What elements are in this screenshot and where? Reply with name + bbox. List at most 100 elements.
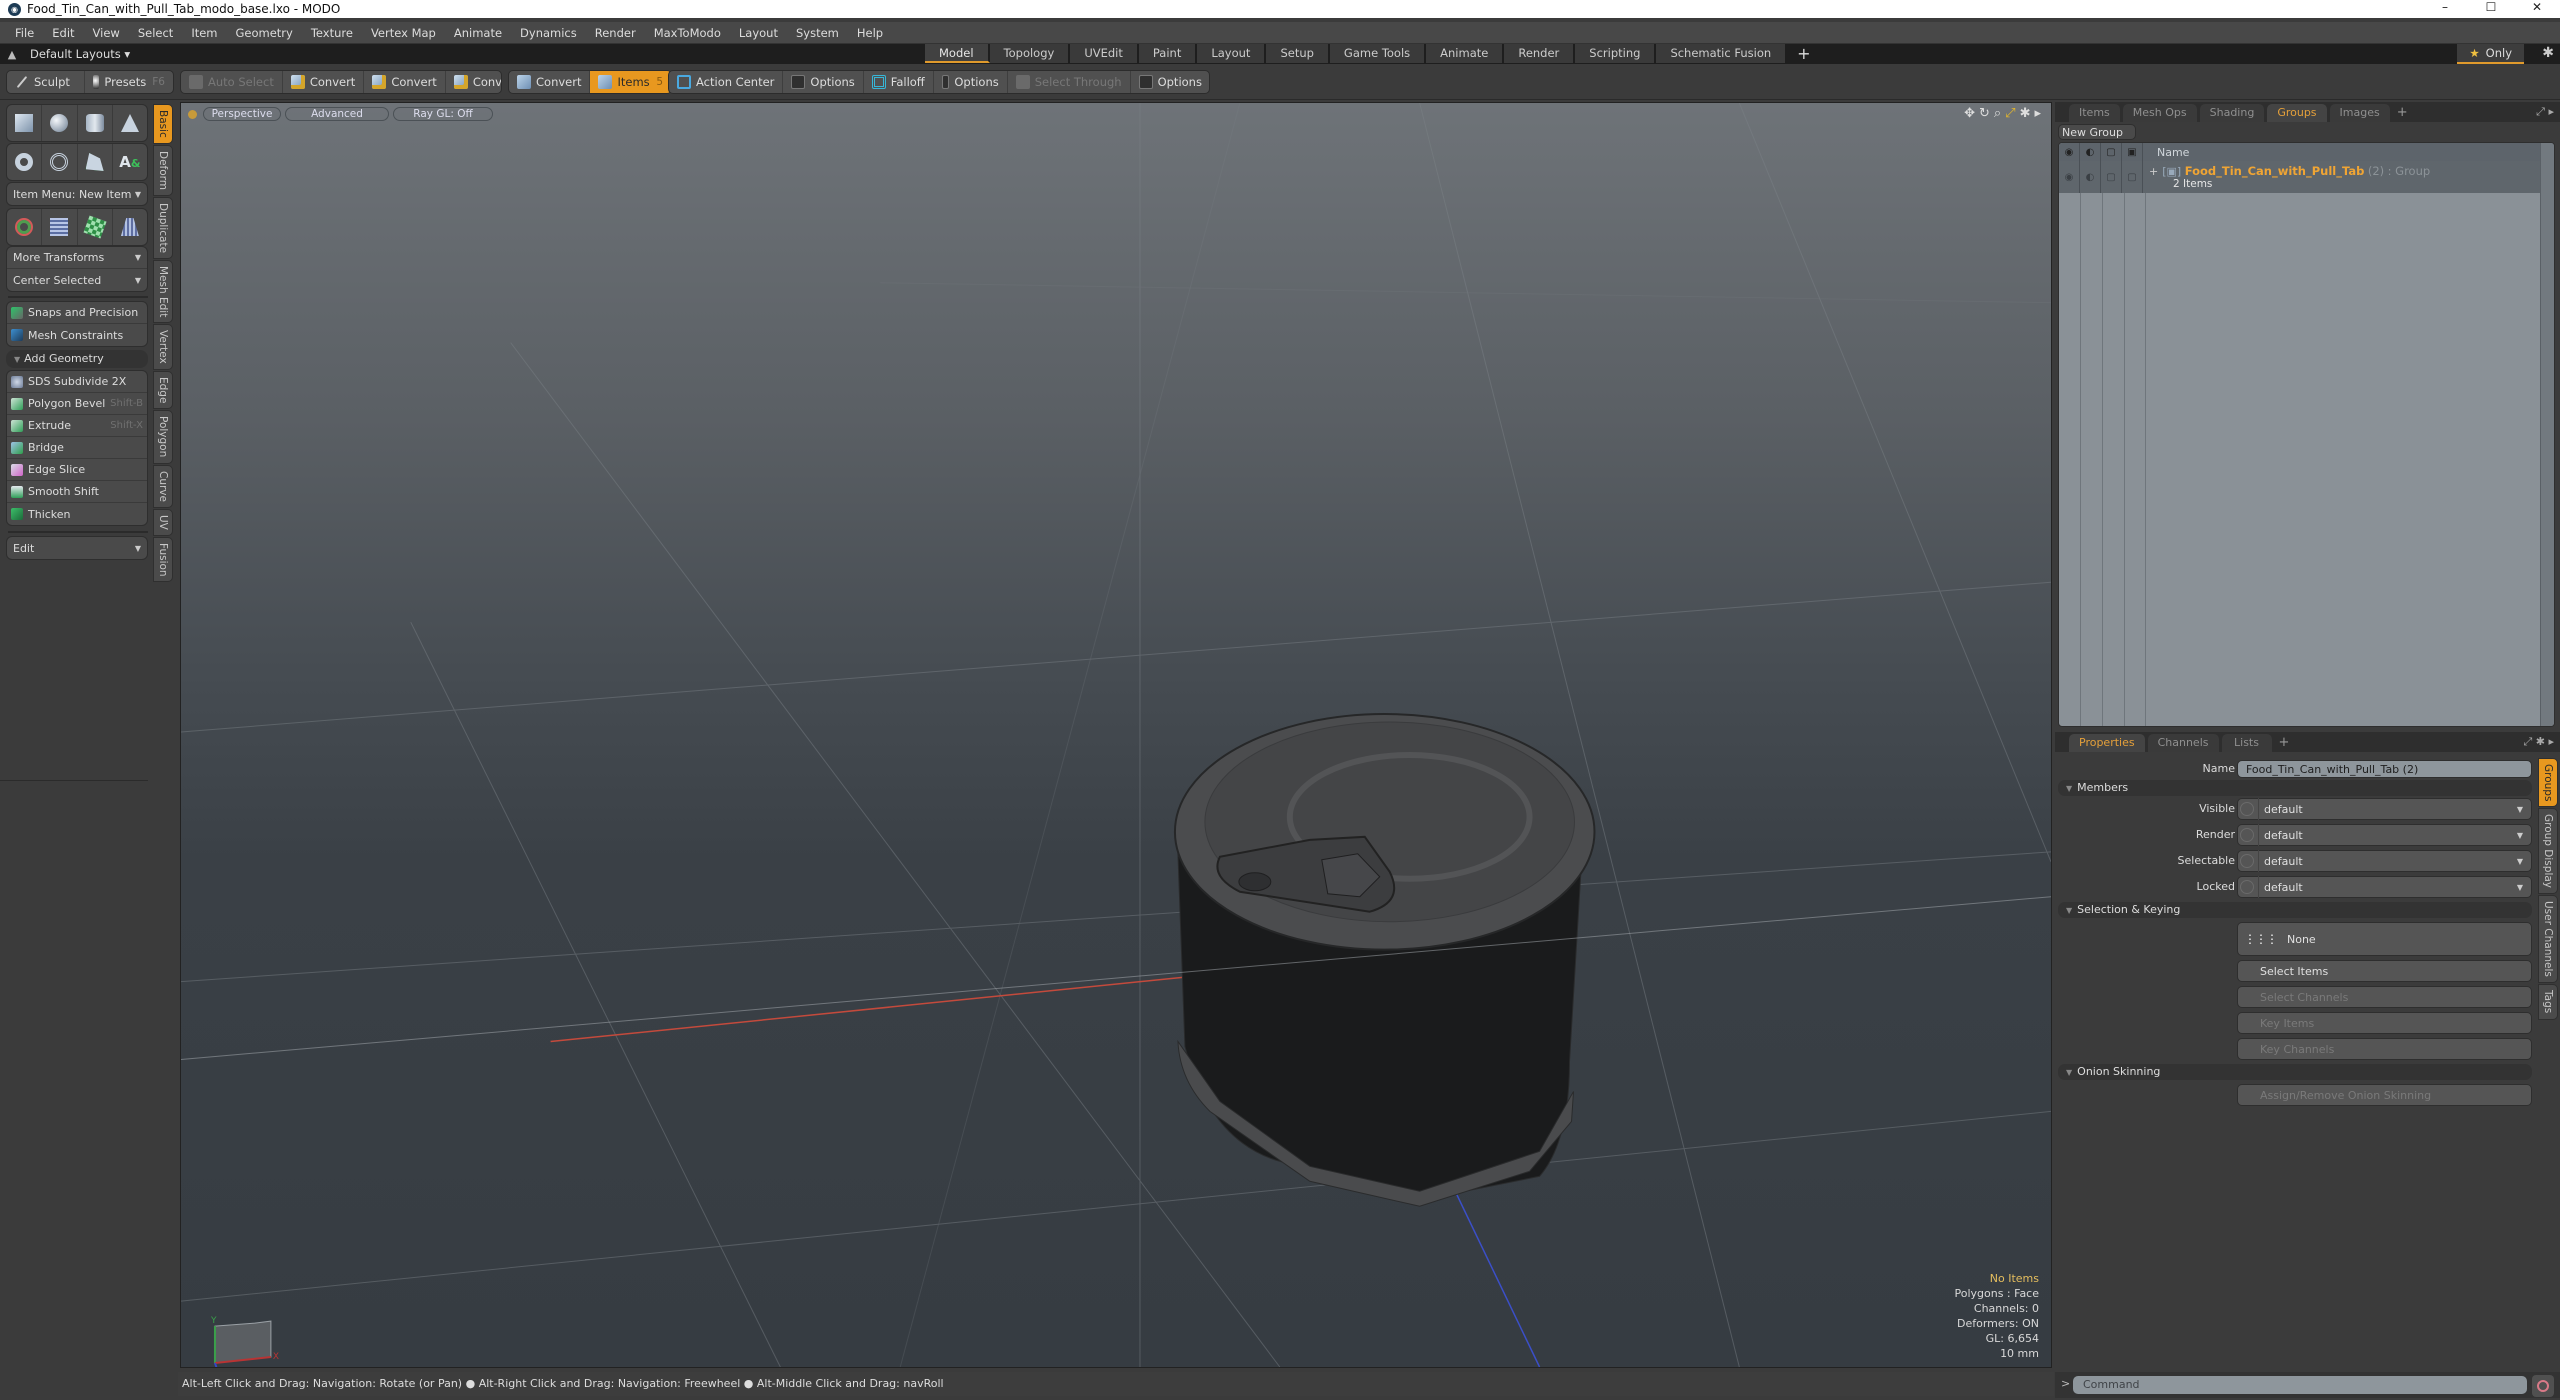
menu-geometry[interactable]: Geometry — [227, 26, 302, 40]
panel-options-icon[interactable]: ⤢ ✱ ▸ — [2523, 735, 2554, 749]
menu-dynamics[interactable]: Dynamics — [511, 26, 586, 40]
uv-checker-tool[interactable] — [78, 209, 113, 245]
maximize-viewport-icon[interactable]: ⤢ — [2005, 106, 2015, 121]
vtab-basic[interactable]: Basic — [153, 104, 173, 144]
visibility-eye-icon[interactable]: ◉ — [2059, 161, 2080, 193]
falloff-button[interactable]: Falloff — [864, 71, 934, 93]
action-center-button[interactable]: Action Center — [669, 71, 784, 93]
thicken-button[interactable]: Thicken — [7, 503, 147, 525]
selectable-checkbox[interactable]: ▢ — [2101, 161, 2122, 193]
menu-render[interactable]: Render — [586, 26, 645, 40]
viewport-more-icon[interactable]: ▸ — [2034, 106, 2041, 121]
convert-polygons-button[interactable]: Convert — [446, 71, 501, 93]
vtab-uv[interactable]: UV — [153, 508, 173, 536]
command-input[interactable]: Command — [2073, 1376, 2527, 1394]
tab-properties[interactable]: Properties — [2069, 734, 2145, 752]
shading-dropdown[interactable]: Advanced — [285, 107, 389, 121]
minimize-button[interactable]: – — [2422, 0, 2468, 18]
vtab-polygon[interactable]: Polygon — [153, 410, 173, 464]
layout-tab-layout[interactable]: Layout — [1197, 44, 1267, 63]
name-field[interactable]: Food_Tin_Can_with_Pull_Tab (2) — [2237, 760, 2532, 778]
vtab-curve[interactable]: Curve — [153, 464, 173, 508]
onion-skinning-section[interactable]: ▼ Onion Skinning — [2058, 1064, 2532, 1080]
vtab-tags[interactable]: Tags — [2538, 984, 2558, 1020]
key-items-button[interactable]: Key Items — [2237, 1012, 2532, 1034]
extrude-button[interactable]: Extrude Shift-X — [7, 415, 147, 437]
convert-edges-button[interactable]: Convert — [364, 71, 446, 93]
edit-dropdown[interactable]: Edit ▼ — [7, 537, 147, 559]
convert-items-button[interactable]: Convert — [509, 71, 591, 93]
smooth-shift-button[interactable]: Smooth Shift — [7, 481, 147, 503]
rotate-icon[interactable]: ↻ — [1979, 106, 1990, 121]
select-channels-button[interactable]: Select Channels — [2237, 986, 2532, 1008]
layout-tab-uvedit[interactable]: UVEdit — [1070, 44, 1139, 63]
tab-items[interactable]: Items — [2069, 104, 2120, 122]
hierarchy-mode-button[interactable]: ⋮⋮⋮ None — [2237, 922, 2532, 956]
vtab-duplicate[interactable]: Duplicate — [153, 196, 173, 259]
vtab-deform[interactable]: Deform — [153, 144, 173, 196]
cone-tool[interactable] — [113, 105, 147, 141]
vtab-groups[interactable]: Groups — [2538, 758, 2558, 808]
soft-deform-tool[interactable] — [42, 209, 78, 245]
snaps-and-precision-button[interactable]: Snaps and Precision — [7, 302, 147, 324]
maximize-button[interactable]: ☐ — [2468, 0, 2514, 18]
tab-lists[interactable]: Lists — [2221, 734, 2272, 752]
menu-texture[interactable]: Texture — [302, 26, 362, 40]
select-through-button[interactable]: Select Through — [1008, 71, 1131, 93]
3d-viewport[interactable]: Y X Z Perspective Advanced Ray GL: Off ✥… — [180, 102, 2052, 1368]
sphere-tool[interactable] — [42, 105, 78, 141]
menu-help[interactable]: Help — [848, 26, 892, 40]
vtab-edge[interactable]: Edge — [153, 370, 173, 410]
viewport-gear-icon[interactable]: ✱ — [2020, 106, 2031, 121]
selection-keying-section[interactable]: ▼ Selection & Keying — [2058, 902, 2532, 918]
more-transforms-dropdown[interactable]: More Transforms ▼ — [7, 247, 147, 269]
torus-tool[interactable] — [7, 144, 43, 180]
falloff-options-button[interactable]: Options — [934, 71, 1008, 93]
raygl-toggle[interactable]: Ray GL: Off — [393, 107, 493, 121]
groups-scrollbar[interactable] — [2540, 143, 2554, 726]
add-tab-icon[interactable]: + — [2393, 104, 2408, 122]
spiral-tool[interactable] — [42, 144, 78, 180]
locked-dropdown[interactable]: default ▼ — [2237, 876, 2532, 898]
layout-tab-render[interactable]: Render — [1504, 44, 1576, 63]
menu-maxtomodo[interactable]: MaxToModo — [645, 26, 730, 40]
selectable-cube-icon[interactable]: ▢ — [2101, 143, 2122, 161]
add-layout-tab-button[interactable]: + — [1787, 44, 1820, 64]
convert-vertices-button[interactable]: Convert — [283, 71, 365, 93]
menu-edit[interactable]: Edit — [43, 26, 83, 40]
tab-shading[interactable]: Shading — [2199, 104, 2265, 122]
locked-cube-icon[interactable]: ▣ — [2122, 143, 2143, 161]
select-items-button[interactable]: Select Items — [2237, 960, 2532, 982]
pen-tool[interactable] — [78, 144, 113, 180]
cylinder-tool[interactable] — [78, 105, 113, 141]
action-center-options-button[interactable]: Options — [783, 71, 864, 93]
menu-file[interactable]: File — [6, 26, 43, 40]
layout-tab-animate[interactable]: Animate — [1426, 44, 1505, 63]
assign-onion-skinning-button[interactable]: Assign/Remove Onion Skinning — [2237, 1084, 2532, 1106]
vtab-fusion[interactable]: Fusion — [153, 536, 173, 583]
selectable-dropdown[interactable]: default ▼ — [2237, 850, 2532, 872]
layout-tab-game-tools[interactable]: Game Tools — [1329, 44, 1427, 63]
mesh-constraints-button[interactable]: Mesh Constraints — [7, 324, 147, 346]
vtab-group-display[interactable]: Group Display — [2538, 808, 2558, 895]
add-tab-icon[interactable]: + — [2275, 734, 2290, 752]
menu-animate[interactable]: Animate — [445, 26, 511, 40]
render-camera-icon[interactable]: ◐ — [2080, 143, 2101, 161]
zoom-icon[interactable]: ⌕ — [1994, 106, 2001, 121]
gear-icon[interactable]: ✱ — [2542, 45, 2554, 61]
menu-select[interactable]: Select — [129, 26, 182, 40]
taper-tool[interactable] — [113, 209, 147, 245]
edge-slice-button[interactable]: Edge Slice — [7, 459, 147, 481]
only-toggle[interactable]: ★ Only — [2457, 44, 2524, 64]
close-button[interactable]: ✕ — [2514, 0, 2560, 18]
home-arrow-icon[interactable]: ▲ — [0, 48, 24, 61]
menu-layout[interactable]: Layout — [730, 26, 787, 40]
layout-tab-paint[interactable]: Paint — [1138, 44, 1198, 63]
new-group-button[interactable]: New Group — [2058, 124, 2136, 140]
menu-vertex-map[interactable]: Vertex Map — [362, 26, 445, 40]
text-tool[interactable]: A& — [113, 144, 147, 180]
locked-checkbox[interactable]: ▢ — [2122, 161, 2143, 193]
view-mode-dropdown[interactable]: Perspective — [203, 107, 281, 121]
center-selected-dropdown[interactable]: Center Selected ▼ — [7, 269, 147, 291]
tab-groups[interactable]: Groups — [2267, 104, 2327, 122]
